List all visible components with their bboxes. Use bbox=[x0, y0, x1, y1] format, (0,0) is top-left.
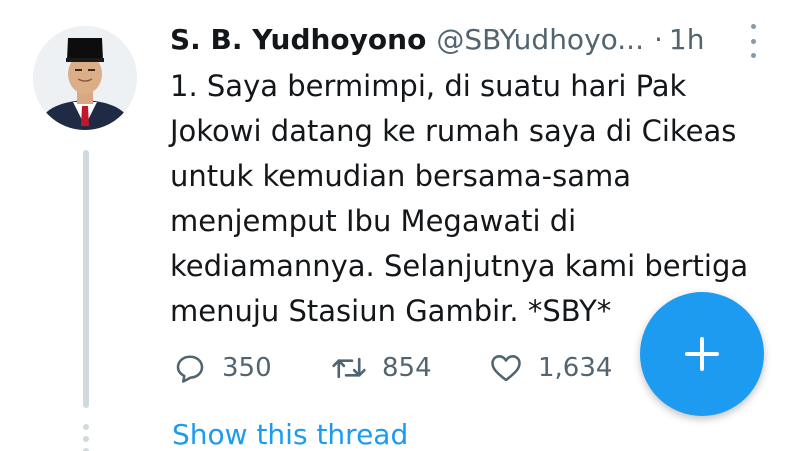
like-button[interactable]: 1,634 bbox=[488, 350, 612, 386]
tweet-text-line: 1. Saya bermimpi, di suatu hari Pak bbox=[170, 69, 687, 103]
user-handle[interactable]: @SBYudhoyo... bbox=[436, 23, 644, 56]
tweet-header: S. B. Yudhoyono @SBYudhoyo... · 1h bbox=[170, 18, 704, 60]
reply-button[interactable]: 350 bbox=[172, 350, 290, 386]
header-separator: · bbox=[653, 22, 663, 56]
compose-tweet-button[interactable] bbox=[640, 292, 764, 416]
avatar[interactable] bbox=[33, 26, 137, 130]
like-count: 1,634 bbox=[538, 353, 613, 383]
tweet-actions: 350 854 1,634 bbox=[172, 346, 612, 390]
retweet-arrows-icon bbox=[332, 357, 366, 379]
retweet-button[interactable]: 854 bbox=[330, 350, 488, 386]
speech-bubble-icon bbox=[176, 355, 204, 383]
tweet-text: 1. Saya bermimpi, di suatu hari Pak Joko… bbox=[170, 64, 770, 334]
show-thread-link[interactable]: Show this thread bbox=[172, 418, 408, 451]
tweet-text-line: untuk kemudian bersama-sama bbox=[170, 159, 632, 193]
retweet-count: 854 bbox=[382, 353, 432, 383]
tweet-timestamp[interactable]: 1h bbox=[669, 23, 705, 56]
tweet-text-line: kediamannya. Selanjutnya kami bertiga bbox=[170, 249, 749, 283]
thread-continuation-dots bbox=[81, 424, 91, 451]
tweet-text-line: menjemput Ibu Megawati di bbox=[170, 204, 577, 238]
display-name[interactable]: S. B. Yudhoyono bbox=[170, 23, 426, 56]
tweet-text-line: Jokowi datang ke rumah saya di Cikeas bbox=[170, 114, 737, 148]
heart-icon bbox=[491, 355, 521, 382]
plus-icon bbox=[685, 337, 719, 371]
thread-connector-line bbox=[83, 150, 89, 408]
reply-count: 350 bbox=[222, 353, 272, 383]
vertical-dots-icon[interactable] bbox=[746, 24, 760, 58]
avatar-portrait-image bbox=[33, 26, 137, 130]
